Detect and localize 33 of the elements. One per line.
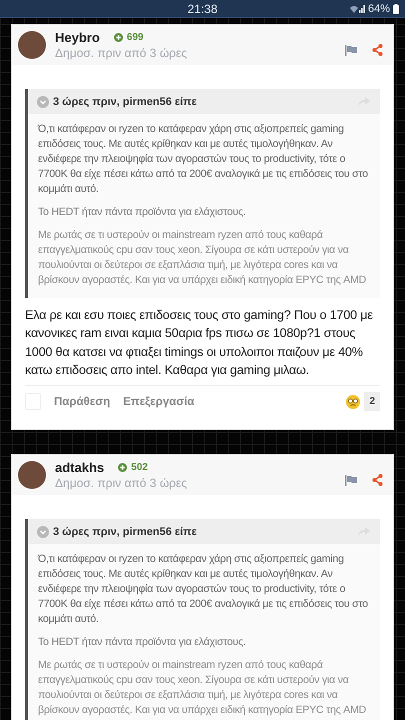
post-text: Ελα ρε και εσυ ποιες επιδοσεις τους στο gaming? Που ο 1700 με κανονικες ram ειναι καμια 50αρια fps πισω σε 1080p?1 στους 1000 θα κατσει να φτιαξει timings οι υπολοιποι παιζουν με 40% κατω επιδοσεις απο intel. Καθαρα για gaming μιλαω.	[25, 307, 374, 379]
signal-icon	[348, 4, 365, 14]
reputation-count: 502	[131, 462, 148, 474]
post-action-link[interactable]: Επεξεργασία	[123, 396, 194, 408]
reputation-icon	[114, 33, 123, 42]
reputation-icon	[118, 463, 128, 472]
quote-attribution: 3 ώρες πριν, pirmen56 είπε	[53, 526, 198, 538]
clock: 21:38	[187, 2, 218, 16]
battery-percentage: 64%	[368, 3, 390, 15]
quote-paragraph: Με ρωτάς σε τι υστερούν οι mainstream ryzen από τους καθαρά επαγγελματικούς cpu σαν τους xeon. Σίγουρα σε κάτι υστερούν για να πουλιούνται οι δεύτεροι σε εξαπλάσια τιμή, με λιγότερα cores και να βρίσκουν αγοραστές. Και για να υπάρχει ειδική κατηγορία EPYC της AMD	[38, 228, 368, 288]
battery-icon	[393, 4, 399, 14]
quote-paragraph: Με ρωτάς σε τι υστερούν οι mainstream ryzen από τους καθαρά επαγγελματικούς cpu σαν τους xeon. Σίγουρα σε κάτι υστερούν για να πουλιούνται οι δεύτεροι σε εξαπλάσια τιμή, με λιγότερα cores και να βρίσκουν αγοραστές. Και για να υπάρχει ειδική κατηγορία EPYC της AMD	[38, 658, 368, 718]
post-time: Δημοσ. πριν από 3 ώρες	[55, 476, 188, 490]
avatar[interactable]	[18, 31, 46, 59]
avatar[interactable]	[18, 461, 46, 490]
post-time: Δημοσ. πριν από 3 ώρες	[55, 46, 188, 60]
chevron-circle-icon[interactable]	[37, 526, 49, 538]
quote-paragraph: Ό,τι κατάφεραν οι ryzen το κατάφεραν χάρη στις αξιοπρεπείς gaming επιδόσεις τους. Με αυτές κρίθηκαν και με αυτές τιμολογήθηκαν. Αν ενδιέφερε την πλειοψηφία των αγοραστών τους το productivity, τότε ο 7700K θα είχε πέσει κάτω από τα 200€ αναλογικά με τις επιδόσεις του στο κομμάτι αυτό.	[38, 552, 369, 628]
quote-paragraph: Το HEDT ήταν πάντα προϊόντα για ελάχιστους.	[38, 635, 247, 650]
quote-attribution: 3 ώρες πριν, pirmen56 είπε	[53, 96, 198, 108]
flag-icon[interactable]	[345, 474, 357, 486]
reputation-count: 699	[126, 32, 144, 43]
flag-icon[interactable]	[345, 44, 357, 56]
reaction-count: 2	[364, 392, 380, 412]
chevron-circle-icon[interactable]	[37, 96, 49, 108]
author-name[interactable]: Heybro	[55, 30, 100, 45]
quote-paragraph: Ό,τι κατάφεραν οι ryzen το κατάφεραν χάρη στις αξιοπρεπείς gaming επιδόσεις τους. Με αυτές κρίθηκαν και με αυτές τιμολογήθηκαν. Αν ενδιέφερε την πλειοψηφία των αγοραστών τους το productivity, τότε ο 7700K θα είχε πέσει κάτω από τα 200€ αναλογικά με τις επιδόσεις του στο κομμάτι αυτό.	[38, 122, 369, 197]
post-action-link[interactable]: Παράθεση	[54, 396, 110, 408]
author-name[interactable]: adtakhs	[55, 460, 104, 476]
share-icon[interactable]	[372, 44, 383, 56]
quote-paragraph: Το HEDT ήταν πάντα προϊόντα για ελάχιστους.	[38, 205, 247, 220]
confused-face-icon[interactable]	[346, 394, 360, 409]
share-icon[interactable]	[372, 474, 383, 486]
